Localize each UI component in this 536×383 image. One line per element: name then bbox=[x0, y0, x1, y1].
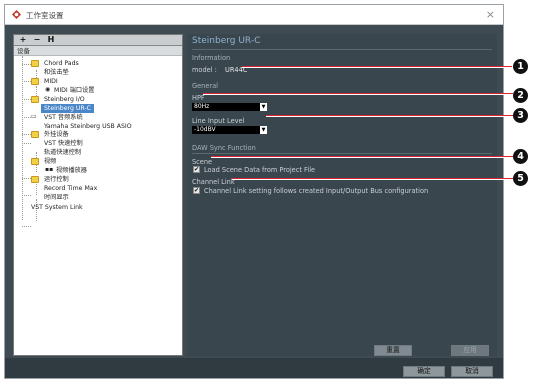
folder-icon bbox=[31, 176, 39, 183]
tree-item-vst-audio-system[interactable]: VST 音频系统 bbox=[44, 113, 83, 122]
hpf-value: 80Hz bbox=[194, 103, 210, 110]
line-input-level-select[interactable]: -10dBV ▼ bbox=[192, 126, 267, 134]
ok-button[interactable]: 确定 bbox=[403, 366, 445, 377]
tree-item-chord-pads[interactable]: Chord Pads bbox=[44, 59, 79, 68]
midi-port-icon: ◉ bbox=[45, 86, 51, 93]
callout-badge: 5 bbox=[513, 171, 528, 186]
tree-item-midi-port-setup[interactable]: MIDI 端口设置 bbox=[54, 86, 94, 95]
scene-label: Scene bbox=[192, 158, 213, 166]
reset-button[interactable]: 重置 bbox=[374, 345, 412, 356]
channel-link-label: Channel Link bbox=[192, 178, 235, 186]
channel-link-checkbox-label: Channel Link setting follows created Inp… bbox=[204, 187, 429, 195]
video-player-icon: ▪▪ bbox=[45, 166, 54, 173]
tree-item-chord-pads-cn[interactable]: 和弦击垫 bbox=[44, 68, 69, 77]
folder-icon bbox=[31, 78, 39, 85]
tree-item-external-devices[interactable]: 外挂设备 bbox=[44, 130, 69, 139]
daw-sync-section-label: DAW Sync Function bbox=[192, 144, 256, 152]
scene-checkbox-label: Load Scene Data from Project File bbox=[204, 166, 316, 174]
remove-device-button[interactable]: − bbox=[31, 35, 43, 45]
folder-icon bbox=[31, 96, 39, 103]
callout-line bbox=[266, 115, 513, 117]
hpf-select[interactable]: 80Hz ▼ bbox=[192, 103, 267, 111]
cancel-button[interactable]: 取消 bbox=[451, 366, 493, 377]
channel-link-checkbox[interactable]: ✔ bbox=[193, 187, 200, 194]
device-tree: Chord Pads 和弦击垫 MIDI ◉ MIDI 端口设置 Steinbe… bbox=[14, 56, 182, 352]
folder-icon bbox=[31, 131, 39, 138]
tree-item-transport[interactable]: 运行控制 bbox=[44, 175, 69, 184]
add-device-button[interactable]: + bbox=[17, 35, 29, 45]
apply-button[interactable]: 应用 bbox=[451, 345, 489, 356]
tree-item-steinberg-urc[interactable]: Steinberg UR-C bbox=[41, 104, 94, 113]
studio-setup-window: 工作室设置 × + − H 设备 Chord Pads 和弦击垫 MIDI ◉ … bbox=[4, 4, 504, 379]
tree-item-video[interactable]: 视频 bbox=[44, 157, 56, 166]
information-section-label: Information bbox=[192, 54, 231, 62]
device-tree-panel: + − H 设备 Chord Pads 和弦击垫 MIDI ◉ MIDI 端口设… bbox=[13, 34, 183, 356]
window-title: 工作室设置 bbox=[26, 11, 64, 20]
callout-badge: 1 bbox=[513, 59, 528, 74]
tree-header: 设备 bbox=[14, 46, 182, 56]
device-settings-panel: Steinberg UR-C Information model : UR44C… bbox=[187, 34, 497, 356]
general-section-label: General bbox=[192, 82, 218, 90]
tree-item-midi[interactable]: MIDI bbox=[44, 77, 58, 86]
tree-item-track-quick-controls[interactable]: 轨道快速控制 bbox=[44, 148, 81, 157]
callout-line bbox=[203, 93, 513, 95]
callout-line bbox=[232, 178, 513, 180]
vst-audio-icon: ▭ bbox=[31, 113, 37, 120]
device-title: Steinberg UR-C bbox=[192, 36, 261, 46]
folder-icon bbox=[31, 158, 39, 165]
chevron-down-icon: ▼ bbox=[260, 103, 267, 111]
tree-item-time-display[interactable]: 时间显示 bbox=[44, 193, 69, 202]
callout-line bbox=[242, 66, 512, 68]
tree-item-steinberg-io[interactable]: Steinberg I/O bbox=[44, 95, 85, 104]
callout-badge: 4 bbox=[513, 149, 528, 164]
tree-item-vst-system-link[interactable]: VST System Link bbox=[31, 203, 83, 212]
cubase-logo-icon bbox=[12, 10, 21, 19]
scene-checkbox[interactable]: ✔ bbox=[193, 166, 200, 173]
line-input-level-label: Line Input Level bbox=[192, 117, 245, 125]
reset-device-button[interactable]: H bbox=[45, 35, 57, 45]
model-label: model : bbox=[192, 66, 217, 74]
callout-badge: 3 bbox=[513, 108, 528, 123]
close-icon[interactable]: × bbox=[486, 8, 495, 21]
chevron-down-icon: ▼ bbox=[260, 126, 267, 134]
tree-item-record-time-max[interactable]: Record Time Max bbox=[44, 184, 97, 193]
folder-icon bbox=[31, 60, 39, 67]
line-input-level-value: -10dBV bbox=[194, 126, 216, 133]
callout-line bbox=[211, 156, 513, 158]
tree-item-video-player[interactable]: 视频播放器 bbox=[56, 166, 87, 175]
tree-item-vst-quick-controls[interactable]: VST 快速控制 bbox=[44, 139, 83, 148]
callout-badge: 2 bbox=[513, 88, 528, 103]
hpf-label: HPF bbox=[192, 94, 205, 102]
title-bar: 工作室设置 × bbox=[5, 5, 503, 25]
tree-toolbar: + − H bbox=[14, 35, 182, 46]
